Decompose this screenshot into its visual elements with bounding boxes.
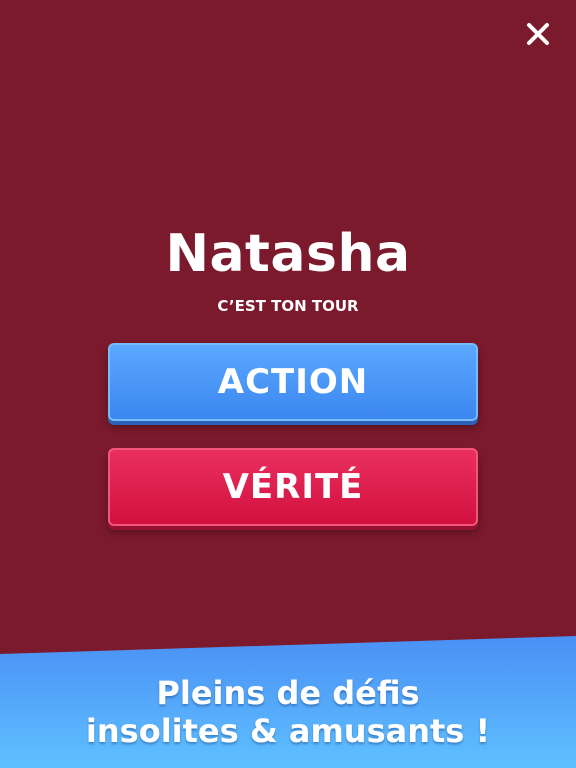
player-name: Natasha [165, 224, 411, 284]
close-icon [527, 23, 549, 45]
action-button[interactable]: ACTION [108, 343, 478, 421]
truth-button[interactable]: VÉRITÉ [108, 448, 478, 526]
close-button[interactable] [520, 16, 556, 52]
promo-line-2: insolites & amusants ! [85, 712, 491, 750]
turn-label: C’EST TON TOUR [217, 297, 359, 315]
promo-caption: Pleins de défis insolites & amusants ! [0, 674, 576, 750]
promo-line-1: Pleins de défis [156, 674, 420, 712]
game-screen: Natasha C’EST TON TOUR ACTION VÉRITÉ Ple… [0, 0, 576, 768]
